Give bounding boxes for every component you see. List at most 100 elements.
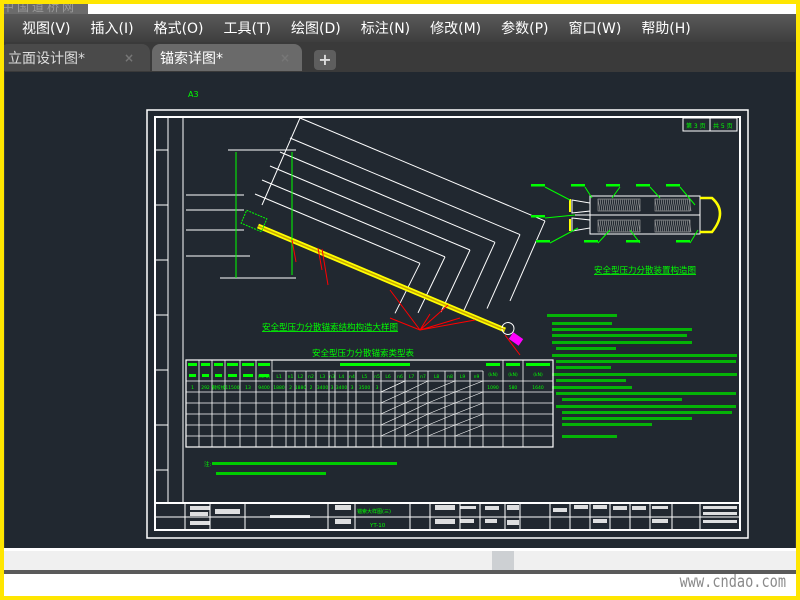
header-text	[243, 374, 253, 377]
dimension-line	[289, 137, 521, 236]
label-text	[666, 184, 680, 187]
note-line	[562, 411, 732, 414]
table-header: n7	[420, 374, 426, 380]
leader-line	[544, 186, 571, 201]
title-block-text	[335, 519, 351, 524]
table-cell: 11500	[225, 385, 239, 391]
table-header: n6	[397, 374, 403, 380]
note-line	[556, 379, 626, 382]
drawing-number: YT-10	[369, 523, 386, 529]
title-block-text	[335, 505, 351, 510]
title-block-text	[507, 505, 519, 510]
table-header: L2	[298, 374, 304, 380]
table-cell: 3500	[359, 385, 371, 391]
note-line	[552, 386, 632, 389]
label-text	[531, 215, 545, 218]
table-cell: 3400	[317, 385, 329, 391]
inner-border	[154, 116, 741, 531]
table-cell: 1640	[532, 385, 544, 391]
note-line	[556, 360, 736, 363]
table-header: n2	[308, 374, 314, 380]
label-text	[536, 240, 550, 243]
header-text	[201, 363, 210, 366]
dimension-line	[254, 193, 421, 264]
header-text	[215, 374, 222, 377]
footnote-line	[212, 462, 397, 465]
note-line	[556, 347, 616, 350]
device-title: 安全型压力分散装置构造图	[594, 265, 696, 276]
title-block-text	[652, 519, 668, 523]
site-watermark: www.cndao.com	[679, 572, 786, 592]
table-cell: 1880	[295, 385, 307, 391]
title-block-text	[593, 505, 607, 509]
pressure-device-drawing	[531, 184, 722, 244]
table-header: n5	[374, 374, 380, 380]
header-text	[214, 363, 223, 366]
table-cell: 3400	[336, 385, 348, 391]
horizontal-scrollbar[interactable]	[4, 551, 796, 570]
table-header: L9	[460, 374, 466, 380]
title-block-text	[435, 519, 455, 524]
title-block-text	[485, 519, 497, 523]
drawing-name: 锚索大样图(三)	[357, 508, 391, 515]
dimension-line	[299, 117, 546, 222]
note-line	[552, 341, 692, 344]
design-notes	[547, 314, 737, 438]
table-cell: 2	[310, 385, 313, 391]
label-text	[676, 240, 690, 243]
header-text	[189, 374, 196, 377]
note-line	[562, 435, 617, 438]
main-drawing-title: 安全型压力分散锚索结构构造大样图	[262, 322, 398, 333]
anchor-detail-drawing	[186, 117, 546, 356]
title-block-text	[460, 506, 476, 509]
note-line	[547, 314, 617, 317]
table-header: n8	[447, 374, 453, 380]
title-block-text	[553, 508, 567, 512]
table-cell: 292	[201, 385, 210, 391]
title-block-text	[613, 506, 627, 510]
anchor-type-table: (MPa) L1 n1 L2 n2 L3 n3 L4 n4 L5 n5 L6 n6 L7 n7 L8 n8 L9 n…	[185, 359, 554, 448]
title-block-text	[507, 520, 519, 525]
title-block-text	[190, 512, 208, 516]
header-text	[228, 374, 237, 377]
note-line	[562, 398, 682, 401]
table-header: L1	[276, 374, 282, 380]
label-text	[606, 184, 620, 187]
note-label: 注:	[204, 460, 212, 468]
table-title: 安全型压力分散锚索类型表	[312, 348, 415, 359]
header-text	[506, 363, 520, 366]
extension-line	[486, 234, 521, 309]
title-block-text	[190, 506, 210, 510]
title-block-text	[270, 515, 310, 518]
cad-drawing: A3 第 3 页 共 5 页 安全型压力分散锚索结构构造大样图 安全型压力分散装…	[146, 90, 749, 539]
label-text	[531, 184, 545, 187]
scrollbar-thumb[interactable]	[492, 551, 514, 570]
note-line	[552, 354, 737, 357]
header-text	[340, 363, 410, 366]
table-header: n4	[349, 374, 355, 380]
table-header-unit: (kN)	[488, 372, 498, 378]
page-current: 第 3 页	[686, 122, 706, 130]
table-header: L3	[320, 374, 326, 380]
title-block-text	[460, 519, 474, 523]
label-text	[571, 184, 585, 187]
table-cell: 2	[289, 385, 292, 391]
title-block-text	[593, 519, 607, 523]
table-header: L8	[434, 374, 440, 380]
table-header: n9	[474, 374, 480, 380]
table-cell: 3	[331, 385, 334, 391]
note-line	[552, 328, 692, 331]
table-cell: 钢绞线	[212, 384, 226, 391]
leader-line	[584, 186, 593, 199]
leader-line	[549, 227, 579, 244]
dimension-line	[269, 165, 471, 251]
note-line	[556, 405, 736, 408]
status-divider	[4, 570, 796, 574]
title-block-text	[703, 512, 737, 515]
leader-line	[544, 214, 576, 219]
title-block-text	[652, 506, 668, 509]
extension-line	[261, 117, 301, 206]
header-text	[258, 363, 270, 366]
header-text	[526, 363, 550, 366]
note-line	[562, 423, 652, 426]
